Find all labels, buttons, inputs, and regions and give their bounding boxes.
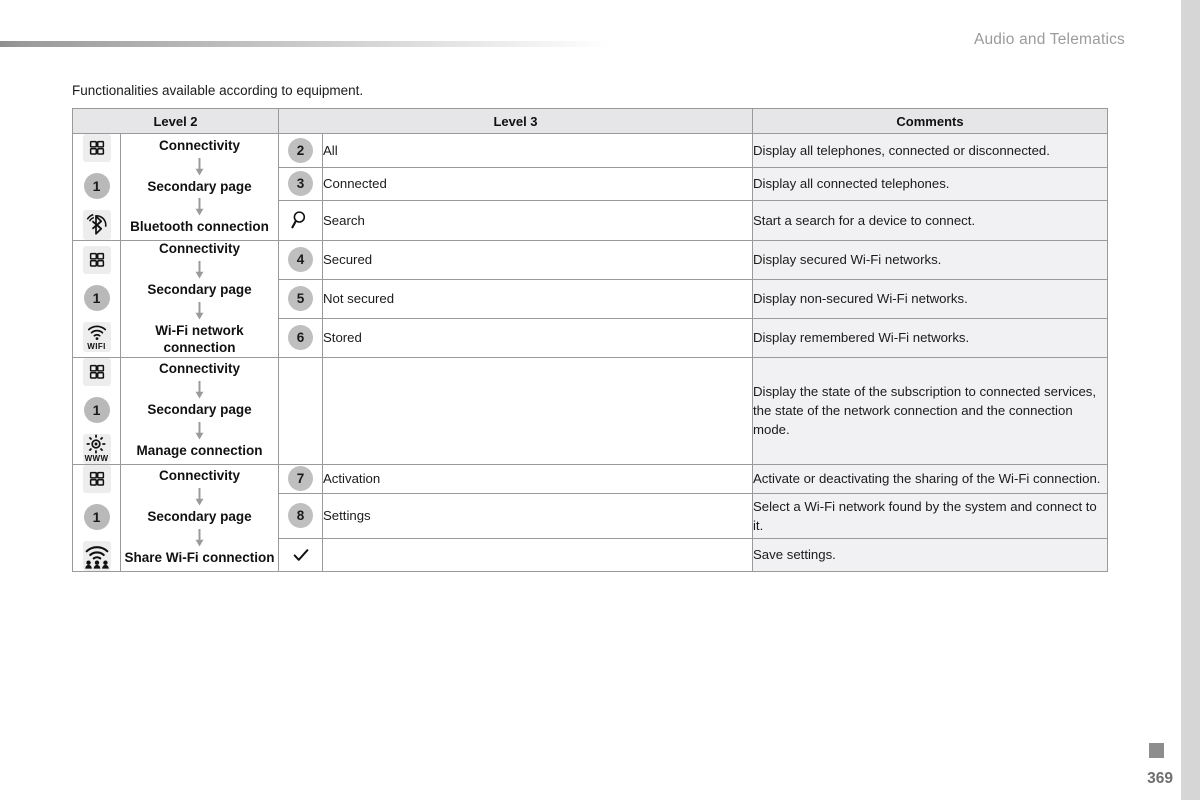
functionality-table-wrapper: Level 2 Level 3 Comments 1 Connectivity Se… (72, 108, 1108, 572)
arrow-down-icon (121, 421, 278, 440)
page-corner-marker (1149, 743, 1164, 758)
apps-grid-icon (82, 357, 111, 386)
table-row: 1 Connectivity Secondary page Share Wi-Fi c… (72, 463, 1108, 572)
step-1-badge: 1 (83, 173, 110, 199)
step-8-badge: 8 (288, 503, 313, 529)
group-icon-column-manage-connection: 1 WWW (72, 356, 121, 465)
row-marker-cell (278, 200, 323, 241)
row-comment-cell: Display all connected telephones. (752, 166, 1108, 202)
table-row: 1 WWW Connectivity Secondary page Manage con… (72, 356, 1108, 465)
table-header-row: Level 2 Level 3 Comments (72, 108, 1108, 134)
row-marker-cell: 7 (278, 463, 323, 494)
step-1-badge: 1 (83, 503, 110, 530)
row-label-cell: Connected (322, 166, 753, 202)
row-comment-cell: Display all telephones, connected or dis… (752, 133, 1108, 168)
row-label-cell: Secured (322, 240, 753, 280)
row-marker-cell: 8 (278, 493, 323, 539)
group-icon-column-wifi-network-connection: 1 WIFI (72, 240, 121, 358)
row-marker-cell: 2 (278, 133, 323, 168)
arrow-down-icon (121, 381, 278, 399)
step-2-badge: 2 (288, 137, 313, 163)
step-7-badge: 7 (288, 466, 313, 492)
row-label-cell (322, 537, 753, 572)
row-label-cell: All (322, 133, 753, 168)
group-path-wifi-network-connection: Connectivity Secondary page Wi-Fi network … (120, 240, 279, 358)
group-path-share-wifi-connection: Connectivity Secondary page Share Wi-Fi co… (120, 463, 279, 572)
row-comment-cell: Save settings. (752, 537, 1108, 572)
step-4-badge: 4 (288, 247, 313, 273)
path-step: Share Wi-Fi connection (124, 549, 275, 565)
apps-grid-icon (82, 245, 111, 274)
running-header-title: Audio and Telematics (973, 31, 1125, 48)
row-label-cell (322, 356, 753, 465)
group-path-bluetooth-connection: Connectivity Secondary page Bluetooth conn… (120, 133, 279, 241)
path-step: Bluetooth connection (130, 219, 269, 235)
path-step: Secondary page (147, 281, 252, 297)
header-rule (0, 41, 610, 47)
row-marker-cell (278, 356, 323, 465)
bluetooth-icon (82, 210, 111, 240)
arrow-down-icon (121, 198, 278, 216)
row-comment-cell: Start a search for a device to connect. (752, 200, 1108, 241)
apps-grid-icon (82, 464, 111, 493)
row-label-cell: Stored (322, 317, 753, 358)
step-5-badge: 5 (288, 286, 313, 312)
share-wifi-icon (82, 540, 111, 571)
step-1-badge: 1 (83, 396, 110, 423)
group-icon-column-bluetooth-connection: 1 (72, 133, 121, 241)
path-step: Secondary page (147, 509, 252, 525)
intro-text: Functionalities available according to e… (72, 83, 364, 98)
path-step: Connectivity (158, 468, 240, 484)
row-comment-cell: Display remembered Wi-Fi networks. (752, 317, 1108, 358)
table-body: 1 Connectivity Secondary page Bluetooth con… (72, 133, 1108, 572)
row-marker-cell: 3 (278, 166, 323, 202)
path-step: Connectivity (158, 241, 240, 256)
row-marker-cell: 4 (278, 240, 323, 280)
group-icon-column-share-wifi-connection: 1 (72, 463, 121, 572)
row-marker-cell: 5 (278, 278, 323, 319)
arrow-down-icon (121, 157, 278, 176)
path-step: Connectivity (158, 137, 240, 153)
row-comment-cell: Activate or deactivating the sharing of … (752, 463, 1108, 494)
column-header-level2: Level 2 (72, 108, 279, 134)
path-step: Wi-Fi network connection (155, 322, 244, 355)
row-comment-cell: Display the state of the subscription to… (752, 356, 1108, 465)
step-3-badge: 3 (288, 171, 313, 197)
row-label-cell: Settings (322, 493, 753, 539)
row-comment-cell: Display secured Wi-Fi networks. (752, 240, 1108, 280)
wifi-icon: WIFI (82, 321, 111, 352)
row-comment-cell: Select a Wi-Fi network found by the syst… (752, 493, 1108, 539)
row-label-cell: Search (322, 200, 753, 241)
arrow-down-icon (121, 528, 278, 547)
check-icon (286, 541, 316, 569)
row-comment-cell: Display non-secured Wi-Fi networks. (752, 278, 1108, 319)
row-marker-cell (278, 537, 323, 572)
row-label-cell: Activation (322, 463, 753, 494)
www-gear-icon: WWW (82, 433, 111, 464)
step-1-badge: 1 (83, 284, 110, 311)
column-header-level3: Level 3 (278, 108, 753, 134)
table-row: 1 Connectivity Secondary page Bluetooth con… (72, 133, 1108, 241)
path-step: Secondary page (147, 178, 252, 194)
arrow-down-icon (121, 260, 278, 279)
column-header-comments: Comments (752, 108, 1108, 134)
functionality-table: Level 2 Level 3 Comments 1 Connectivity Se… (72, 108, 1108, 572)
path-step: Manage connection (136, 442, 263, 458)
path-step: Connectivity (158, 361, 240, 377)
manual-page: Audio and Telematics Functionalities ava… (0, 0, 1200, 800)
arrow-down-icon (121, 301, 278, 320)
step-6-badge: 6 (288, 325, 313, 351)
path-step: Secondary page (147, 402, 252, 418)
search-icon (286, 206, 316, 234)
apps-grid-icon (82, 134, 111, 162)
page-edge-strip (1181, 0, 1200, 800)
group-path-manage-connection: Connectivity Secondary page Manage connect… (120, 356, 279, 465)
row-marker-cell: 6 (278, 317, 323, 358)
arrow-down-icon (121, 488, 278, 506)
row-label-cell: Not secured (322, 278, 753, 319)
table-row: 1 WIFI Connectivity Secondary page Wi-Fi net… (72, 240, 1108, 358)
page-number: 369 (1147, 770, 1173, 787)
table-head: Level 2 Level 3 Comments (72, 108, 1108, 134)
